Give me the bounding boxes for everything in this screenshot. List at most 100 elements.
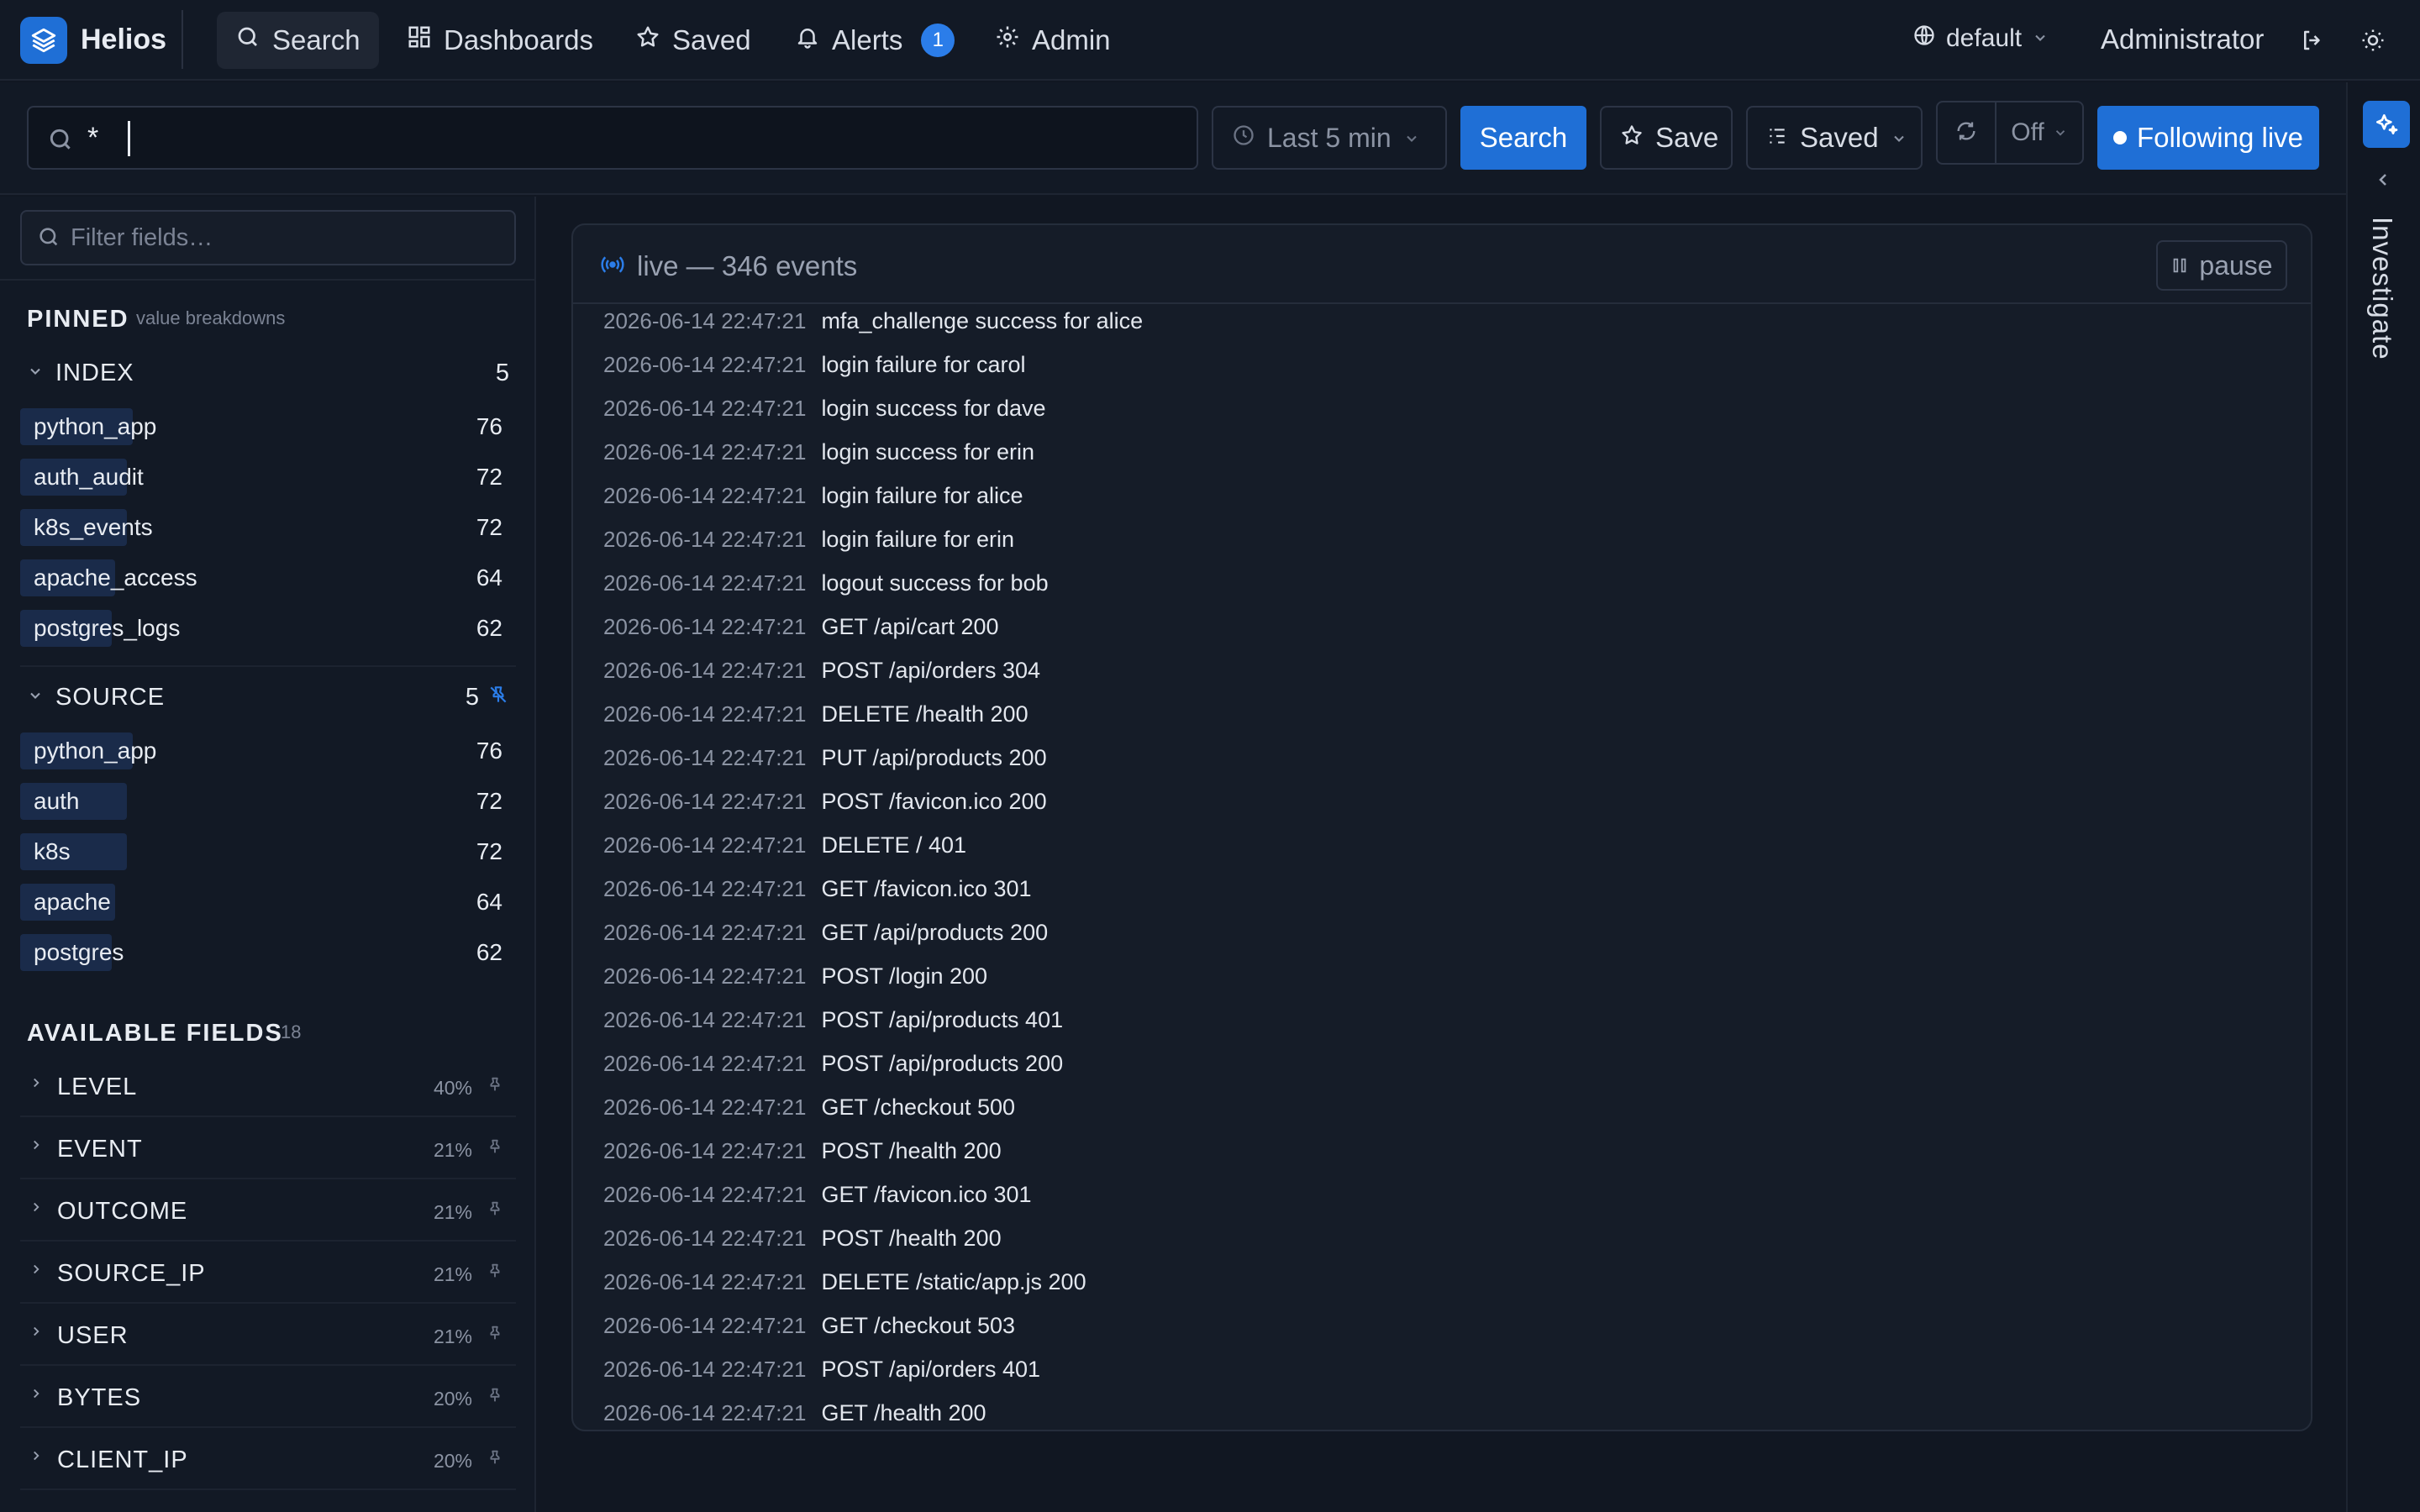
event-timestamp: 2026-06-14 22:47:21	[603, 1268, 807, 1294]
event-message: login failure for alice	[821, 482, 1023, 508]
tenant-selector[interactable]: default	[1912, 24, 2049, 54]
pin-icon[interactable]	[486, 1137, 504, 1160]
event-row[interactable]: 2026-06-14 22:47:21 login failure for eri…	[603, 517, 1014, 561]
nav-alerts[interactable]: Alerts 1	[776, 12, 973, 69]
sun-icon[interactable]	[2358, 25, 2388, 55]
value-label: python_app	[34, 413, 157, 439]
event-row[interactable]: 2026-06-14 22:47:21 POST /api/orders 304	[603, 648, 1040, 692]
query-field[interactable]	[27, 106, 1198, 170]
event-row[interactable]: 2026-06-14 22:47:21 mfa_challenge success…	[603, 304, 1143, 343]
event-message: GET /favicon.ico 301	[821, 875, 1032, 901]
value-row[interactable]: python_app 76	[20, 407, 502, 447]
event-row[interactable]: 2026-06-14 22:47:21 logout success for bo…	[603, 561, 1049, 605]
available-fields-heading: AVAILABLE FIELDS	[27, 1020, 283, 1047]
refresh-interval-select[interactable]: Off	[1996, 102, 2082, 163]
field-label: CLIENT_IP	[57, 1446, 188, 1473]
sparkle-icon[interactable]	[2363, 101, 2410, 148]
event-row[interactable]: 2026-06-14 22:47:21 login failure for car…	[603, 343, 1026, 386]
filter-fields-input[interactable]	[71, 223, 514, 252]
event-row[interactable]: 2026-06-14 22:47:21 POST /login 200	[603, 954, 987, 998]
refresh-button[interactable]	[1938, 102, 1996, 163]
field-row-event[interactable]: EVENT 21%	[20, 1117, 516, 1179]
value-row[interactable]: auth 72	[20, 781, 502, 822]
event-row[interactable]: 2026-06-14 22:47:21 login failure for ali…	[603, 474, 1023, 517]
event-row[interactable]: 2026-06-14 22:47:21 POST /api/products 40…	[603, 998, 1063, 1042]
value-label: postgres	[34, 939, 124, 965]
investigate-tab[interactable]: Investigate	[2366, 217, 2398, 360]
pinned-group-source[interactable]: SOURCE 5	[27, 680, 509, 714]
field-row-bytes[interactable]: BYTES 20%	[20, 1366, 516, 1428]
event-message: POST /health 200	[821, 1225, 1002, 1251]
value-row[interactable]: python_app 76	[20, 731, 502, 771]
nav-dashboards-label: Dashboards	[444, 24, 593, 55]
event-row[interactable]: 2026-06-14 22:47:21 POST /health 200	[603, 1129, 1002, 1173]
nav-admin[interactable]: Admin	[976, 12, 1129, 69]
event-message: GET /health 200	[821, 1399, 986, 1425]
time-range-picker[interactable]: Last 5 min	[1212, 106, 1447, 170]
pin-icon[interactable]	[486, 1448, 504, 1471]
unpin-icon[interactable]	[487, 684, 509, 710]
value-row[interactable]: apache_access 64	[20, 558, 502, 598]
event-row[interactable]: 2026-06-14 22:47:21 DELETE /health 200	[603, 692, 1028, 736]
layers-icon[interactable]	[20, 17, 67, 64]
event-row[interactable]: 2026-06-14 22:47:21 GET /checkout 500	[603, 1085, 1015, 1129]
value-row[interactable]: postgres 62	[20, 932, 502, 973]
nav-dashboards[interactable]: Dashboards	[388, 12, 612, 69]
event-row[interactable]: 2026-06-14 22:47:21 DELETE / 401	[603, 823, 966, 867]
event-row[interactable]: 2026-06-14 22:47:21 GET /api/cart 200	[603, 605, 999, 648]
value-row[interactable]: k8s_events 72	[20, 507, 502, 548]
list-icon	[1766, 122, 1788, 154]
following-live-button[interactable]: Following live	[2097, 106, 2319, 170]
query-input[interactable]	[87, 121, 1197, 155]
event-timestamp: 2026-06-14 22:47:21	[603, 875, 807, 901]
pause-button[interactable]: pause	[2156, 240, 2287, 291]
value-row[interactable]: k8s 72	[20, 832, 502, 872]
logout-icon[interactable]	[2297, 25, 2328, 55]
nav-search[interactable]: Search	[217, 12, 379, 69]
value-count: 72	[476, 464, 502, 490]
field-row-level[interactable]: LEVEL 40%	[20, 1055, 516, 1117]
field-row-source-ip[interactable]: SOURCE_IP 21%	[20, 1242, 516, 1304]
filter-fields-field[interactable]	[20, 210, 516, 265]
value-row[interactable]: auth_audit 72	[20, 457, 502, 497]
pin-icon[interactable]	[486, 1200, 504, 1222]
event-row[interactable]: 2026-06-14 22:47:21 login success for eri…	[603, 430, 1034, 474]
search-button[interactable]: Search	[1460, 106, 1586, 170]
pinned-group-index[interactable]: INDEX 5	[27, 356, 509, 390]
event-row[interactable]: 2026-06-14 22:47:21 POST /api/orders 401	[603, 1347, 1040, 1391]
value-row[interactable]: apache 64	[20, 882, 502, 922]
event-row[interactable]: 2026-06-14 22:47:21 login success for dav…	[603, 386, 1046, 430]
event-row[interactable]: 2026-06-14 22:47:21 POST /api/products 20…	[603, 1042, 1063, 1085]
field-row-client-ip[interactable]: CLIENT_IP 20%	[20, 1428, 516, 1490]
saved-searches-dropdown[interactable]: Saved	[1746, 106, 1923, 170]
event-row[interactable]: 2026-06-14 22:47:21 POST /favicon.ico 200	[603, 780, 1047, 823]
event-row[interactable]: 2026-06-14 22:47:21 GET /health 200	[603, 1391, 986, 1430]
event-row[interactable]: 2026-06-14 22:47:21 POST /health 200	[603, 1216, 1002, 1260]
event-row[interactable]: 2026-06-14 22:47:21 GET /checkout 503	[603, 1304, 1015, 1347]
pin-icon[interactable]	[486, 1075, 504, 1098]
field-row-user[interactable]: USER 21%	[20, 1304, 516, 1366]
value-row[interactable]: postgres_logs 62	[20, 608, 502, 648]
field-row-outcome[interactable]: OUTCOME 21%	[20, 1179, 516, 1242]
user-menu[interactable]: Administrator	[2101, 24, 2264, 55]
nav-saved[interactable]: Saved	[617, 12, 770, 69]
pin-icon[interactable]	[486, 1324, 504, 1347]
event-message: GET /api/cart 200	[821, 613, 999, 639]
brand-name[interactable]: Helios	[81, 24, 166, 56]
pin-icon[interactable]	[486, 1262, 504, 1284]
pinned-heading: PINNED	[27, 306, 129, 333]
event-row[interactable]: 2026-06-14 22:47:21 GET /favicon.ico 301	[603, 867, 1032, 911]
value-label: postgres_logs	[34, 615, 181, 641]
event-message: GET /checkout 503	[821, 1312, 1016, 1338]
event-timestamp: 2026-06-14 22:47:21	[603, 1181, 807, 1207]
event-row[interactable]: 2026-06-14 22:47:21 GET /api/products 200	[603, 911, 1048, 954]
event-message: POST /api/products 200	[821, 1050, 1064, 1076]
chevron-left-icon[interactable]	[2373, 170, 2393, 194]
pin-icon[interactable]	[486, 1386, 504, 1409]
save-button[interactable]: Save	[1600, 106, 1733, 170]
chevron-right-icon	[29, 1137, 44, 1157]
event-row[interactable]: 2026-06-14 22:47:21 PUT /api/products 200	[603, 736, 1047, 780]
event-row[interactable]: 2026-06-14 22:47:21 DELETE /static/app.js…	[603, 1260, 1086, 1304]
value-count: 76	[476, 413, 502, 439]
event-row[interactable]: 2026-06-14 22:47:21 GET /favicon.ico 301	[603, 1173, 1032, 1216]
